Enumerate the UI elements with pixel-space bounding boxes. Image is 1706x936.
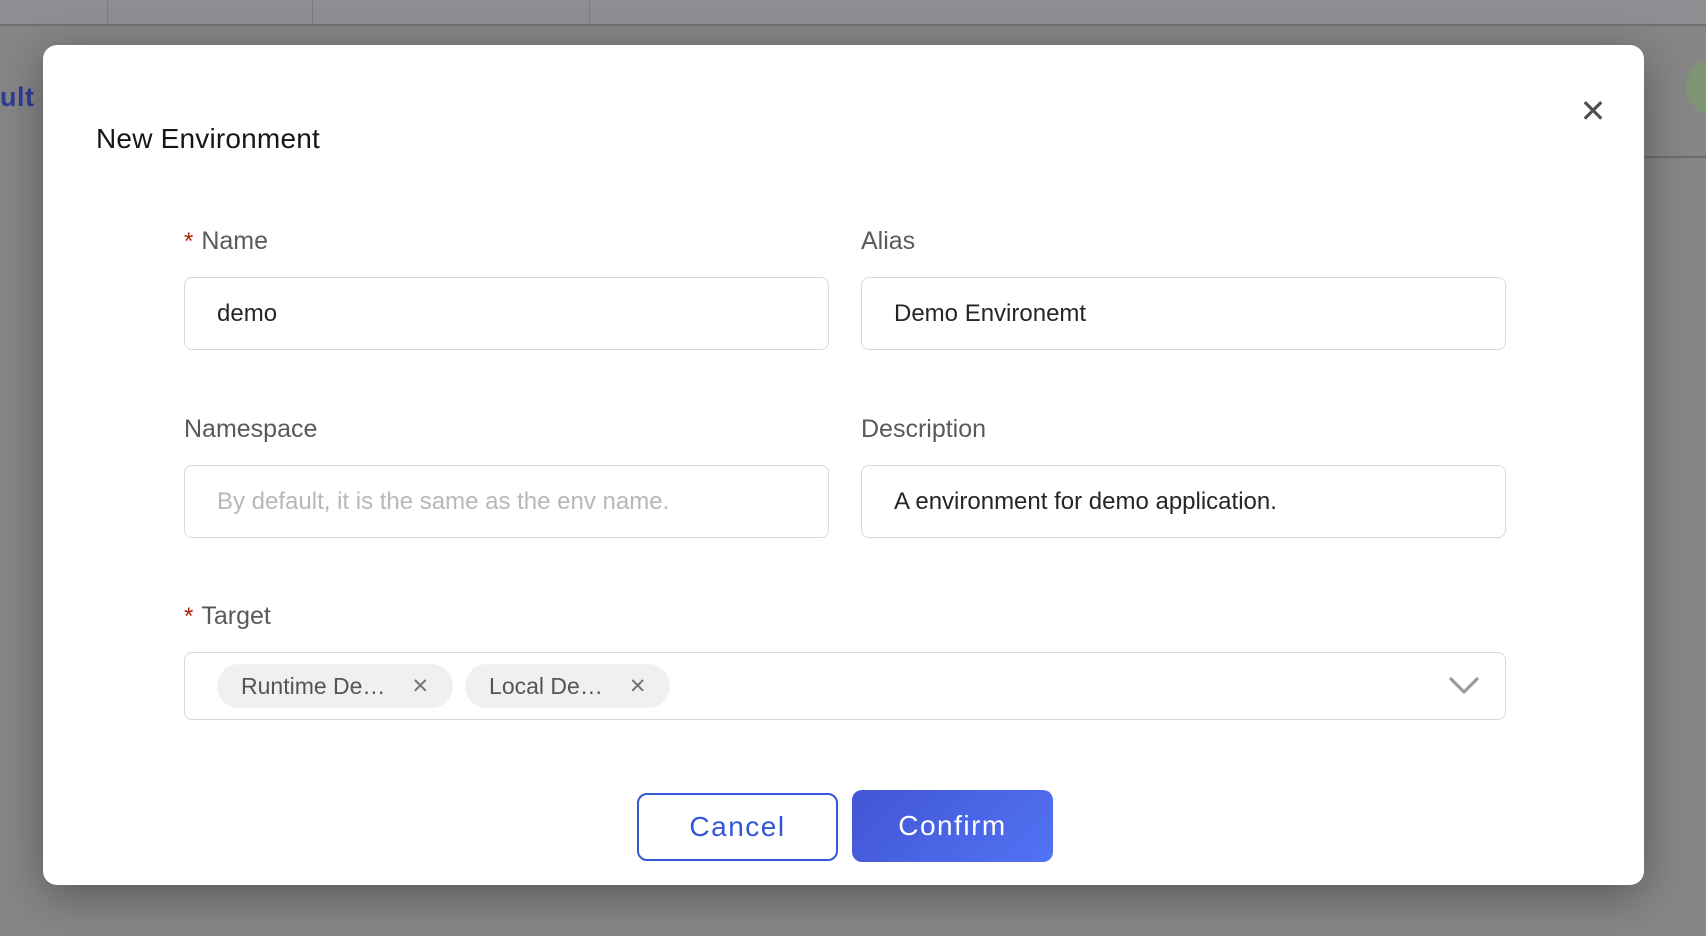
background-table-cell xyxy=(0,0,108,24)
name-label-text: Name xyxy=(201,227,268,255)
namespace-field-group: Namespace xyxy=(184,413,829,538)
name-label: * Name xyxy=(184,225,829,257)
dialog-footer: Cancel Confirm xyxy=(43,790,1644,862)
background-avatar xyxy=(1686,59,1706,115)
namespace-input[interactable] xyxy=(184,465,829,538)
description-label: Description xyxy=(861,413,1506,445)
target-tag-runtime: Runtime De… ✕ xyxy=(217,664,453,708)
cancel-button[interactable]: Cancel xyxy=(637,793,838,861)
name-input[interactable] xyxy=(184,277,829,350)
namespace-label: Namespace xyxy=(184,413,829,445)
target-multiselect[interactable]: Runtime De… ✕ Local De… ✕ xyxy=(184,652,1506,720)
background-table-cell xyxy=(590,0,1706,24)
required-mark: * xyxy=(184,228,193,255)
description-field-group: Description xyxy=(861,413,1506,538)
remove-tag-icon[interactable]: ✕ xyxy=(411,676,429,697)
background-table-cell xyxy=(313,0,590,24)
target-label-text: Target xyxy=(201,602,270,630)
target-label: * Target xyxy=(184,600,1506,632)
tag-label: Runtime De… xyxy=(241,673,385,700)
new-environment-dialog: New Environment ✕ *Name Alias Namespace … xyxy=(43,45,1644,885)
dialog-title: New Environment xyxy=(96,123,320,155)
background-table-cell xyxy=(108,0,313,24)
background-divider xyxy=(1645,156,1706,158)
target-tag-local: Local De… ✕ xyxy=(465,664,670,708)
alias-label: Alias xyxy=(861,225,1506,257)
alias-field-group: Alias xyxy=(861,225,1506,350)
background-table-header xyxy=(0,0,1706,26)
tag-label: Local De… xyxy=(489,673,603,700)
close-icon[interactable]: ✕ xyxy=(1565,83,1621,139)
alias-input[interactable] xyxy=(861,277,1506,350)
background-truncated-link: ult xyxy=(0,82,35,113)
name-field-group: * Name xyxy=(184,225,829,350)
required-mark: * xyxy=(184,603,193,630)
screen: ult New Environment ✕ * Name Alias Namesp… xyxy=(0,0,1706,936)
confirm-button[interactable]: Confirm xyxy=(852,790,1053,862)
chevron-down-icon[interactable] xyxy=(1449,677,1479,695)
remove-tag-icon[interactable]: ✕ xyxy=(629,676,647,697)
target-field-group: * Target Runtime De… ✕ Local De… ✕ xyxy=(184,600,1506,720)
description-input[interactable] xyxy=(861,465,1506,538)
